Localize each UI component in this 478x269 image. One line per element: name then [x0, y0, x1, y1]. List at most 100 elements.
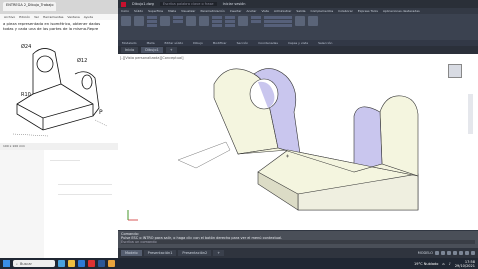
taskbar-search[interactable]: ⌕ Buscar [13, 260, 55, 267]
clock-date: 29/10/2021 [454, 263, 475, 268]
exercise-line: todas y cada una de las partes de la mis… [3, 26, 99, 31]
autocad-icon[interactable] [88, 260, 95, 267]
mirror-icon[interactable] [225, 24, 235, 27]
layout-tab-presentation1[interactable]: Presentación1 [143, 250, 177, 256]
tab-solido[interactable]: Sólido [134, 9, 143, 13]
tab-express-tools[interactable]: Express Tools [358, 9, 378, 13]
taskbar-search-label: Buscar [19, 261, 32, 266]
tab-administrar[interactable]: Administrar [274, 9, 291, 13]
panel-title: Sección [236, 41, 249, 45]
tab-vista[interactable]: Vista [261, 9, 268, 13]
viewer-tab[interactable]: ENTREGA 2_Dibujo_Trabajo [3, 2, 57, 11]
navigation-bar[interactable] [468, 94, 473, 134]
layer-dropdown[interactable] [264, 24, 292, 27]
tab-salida[interactable]: Salida [296, 9, 305, 13]
volume-icon[interactable]: ♪ [449, 262, 451, 266]
workspace-icon[interactable] [465, 251, 469, 255]
tool-icon[interactable] [147, 24, 157, 27]
view-tool-icon[interactable] [308, 16, 318, 26]
file-explorer-icon[interactable] [68, 260, 75, 267]
panel-title: Modelado [122, 41, 137, 45]
menu-view[interactable]: Ver [34, 15, 39, 19]
line-icon[interactable] [212, 16, 222, 19]
windows-taskbar: ⌕ Buscar 19°C Nublado ⌂ ♪ 17:58 29/10/20… [0, 258, 478, 269]
grid-icon[interactable] [435, 251, 439, 255]
network-icon[interactable]: ⌂ [442, 262, 444, 266]
system-tray: 19°C Nublado ⌂ ♪ 17:58 29/10/2021 [414, 260, 475, 268]
rotate-icon[interactable] [225, 20, 235, 23]
layout-tab-presentation2[interactable]: Presentación2 [178, 250, 212, 256]
menu-help[interactable]: Ayuda [84, 15, 93, 19]
menu-icon[interactable] [471, 251, 475, 255]
tab-colaborar[interactable]: Colaborar [338, 9, 353, 13]
windows-start-icon[interactable] [3, 260, 10, 267]
tool-icon[interactable] [173, 20, 183, 23]
search-icon: ⌕ [16, 261, 18, 266]
menu-file[interactable]: Archivo [4, 15, 15, 19]
smooth-mesh-icon[interactable] [160, 16, 170, 26]
tab-aplicaciones[interactable]: Aplicaciones destacadas [383, 9, 420, 13]
move-icon[interactable] [225, 16, 235, 19]
new-tab-button[interactable]: + [165, 47, 177, 53]
clock[interactable]: 17:58 29/10/2021 [455, 260, 475, 268]
status-bar-tools: MODELO [418, 251, 475, 255]
tab-complementos[interactable]: Complementos [310, 9, 333, 13]
ucs-world-icon[interactable] [251, 20, 261, 23]
circle-icon[interactable] [212, 24, 222, 27]
viewer-lower-area [0, 150, 118, 258]
tab-inicio[interactable]: Inicio [121, 9, 129, 13]
osnap-icon[interactable] [459, 251, 463, 255]
cad-user-login[interactable]: Iniciar sesión [223, 2, 246, 6]
snap-icon[interactable] [441, 251, 445, 255]
menu-tools[interactable]: Herramientas [43, 15, 63, 19]
tab-anotar[interactable]: Anotar [246, 9, 256, 13]
cad-title: Dibujo1.dwg [132, 2, 154, 6]
tab-insertar[interactable]: Insertar [230, 9, 242, 13]
panel-title: Selección [318, 41, 333, 45]
tab-parametrizacion[interactable]: Parametrización [201, 9, 225, 13]
visual-style-dropdown[interactable] [264, 16, 292, 19]
command-input[interactable]: Escriba un comando [121, 240, 475, 244]
tool-icon[interactable] [173, 16, 183, 19]
weather-widget[interactable]: 19°C Nublado [414, 262, 438, 266]
tool-icon[interactable] [147, 20, 157, 23]
panel-title: Malla [146, 41, 155, 45]
task-view-icon[interactable] [58, 260, 65, 267]
box-tool-icon[interactable] [121, 16, 131, 26]
tool-icon[interactable] [147, 16, 157, 19]
word-icon[interactable] [98, 260, 105, 267]
add-layout-button[interactable]: + [213, 250, 225, 256]
extrude-tool-icon[interactable] [134, 16, 144, 26]
paint-icon[interactable] [108, 260, 115, 267]
ucs-icon[interactable] [251, 16, 261, 19]
tab-malla[interactable]: Malla [168, 9, 176, 13]
select-icon[interactable] [295, 16, 305, 26]
file-tab-drawing[interactable]: Dibujo1 [141, 47, 163, 53]
tab-visualizar[interactable]: Visualizar [181, 9, 195, 13]
polyline-icon[interactable] [212, 20, 222, 23]
dim-label: R10 [21, 92, 31, 98]
edge-icon[interactable] [78, 260, 85, 267]
dim-label: P [99, 109, 103, 116]
view-dropdown[interactable] [264, 20, 292, 23]
cad-logo-icon [121, 1, 126, 7]
ortho-icon[interactable] [447, 251, 451, 255]
viewcube[interactable] [448, 64, 462, 78]
section-plane-icon[interactable] [238, 16, 248, 26]
file-tab-start[interactable]: Inicio [121, 47, 139, 53]
union-icon[interactable] [186, 16, 196, 26]
viewer-tab-bar: ENTREGA 2_Dibujo_Trabajo [0, 0, 118, 14]
cad-search-input[interactable]: Escriba palabra clave o frase [159, 2, 217, 6]
3d-model [127, 68, 419, 221]
coordinates-tools [251, 16, 261, 23]
page-preview [44, 150, 118, 258]
polar-icon[interactable] [453, 251, 457, 255]
menu-window[interactable]: Ventana [67, 15, 79, 19]
layout-tab-model[interactable]: Modelo [121, 250, 142, 256]
model-viewport[interactable]: [-][Vista personalizada][Conceptual] [118, 54, 478, 230]
modify-tools [225, 16, 235, 27]
model-space-label[interactable]: MODELO [418, 251, 433, 255]
menu-edit[interactable]: Edición [19, 15, 30, 19]
subtract-icon[interactable] [199, 16, 209, 26]
tab-superficie[interactable]: Superficie [148, 9, 163, 13]
